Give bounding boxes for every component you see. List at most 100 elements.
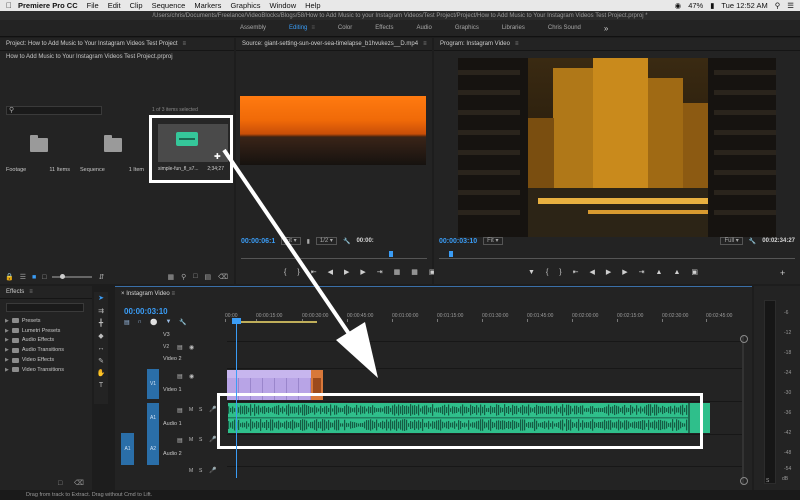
effects-item-audio-effects[interactable]: ▶ Audio Effects <box>5 336 64 346</box>
list-view-icon[interactable]: ☰ <box>20 273 26 281</box>
bin-sequence[interactable]: Sequence 1 Item <box>76 120 146 180</box>
add-marker-icon[interactable]: ▼ <box>528 269 535 276</box>
mark-out-icon[interactable]: } <box>297 269 299 276</box>
source-resolution-select[interactable]: 1/2 ▾ <box>315 237 337 245</box>
selection-tool-icon[interactable]: ➤ <box>94 292 108 305</box>
new-item-icon[interactable]: ▤ <box>204 273 211 281</box>
pen-tool-icon[interactable]: ✎ <box>94 355 108 368</box>
source-playhead[interactable] <box>389 251 393 257</box>
sync-lock-icon[interactable]: ▤ <box>177 407 183 414</box>
type-tool-icon[interactable]: T <box>94 380 108 393</box>
workspace-chris-sound[interactable]: Chris Sound <box>548 25 581 31</box>
notification-icon[interactable]: ☰ <box>787 1 794 10</box>
battery-percent[interactable]: 47% <box>688 1 703 10</box>
apple-icon[interactable]:  <box>0 1 18 10</box>
app-menu[interactable]: Premiere Pro CC <box>18 1 78 10</box>
menu-window[interactable]: Window <box>269 1 296 10</box>
step-back-icon[interactable]: ◀ <box>590 268 595 276</box>
source-monitor-header[interactable]: Source: giant-setting-sun-over-sea-timel… <box>236 38 432 51</box>
workspace-menu-icon[interactable]: ≡ <box>311 25 315 31</box>
mark-in-icon[interactable]: { <box>284 269 286 276</box>
timeline-timecode[interactable]: 00:00:03:10 <box>124 307 168 316</box>
source-scrub-bar[interactable] <box>241 251 427 259</box>
menu-edit[interactable]: Edit <box>108 1 121 10</box>
add-button-icon[interactable]: + <box>780 268 785 278</box>
lock-icon[interactable]: 🔒 <box>5 273 14 281</box>
effects-item-presets[interactable]: ▶ Presets <box>5 316 64 326</box>
program-fit-select[interactable]: Fit ▾ <box>483 237 503 245</box>
audio-clip-item[interactable]: simple-fun_fl_s7... 2;34;27 ✚ <box>149 115 233 183</box>
timeline-settings-icon[interactable]: 🔧 <box>179 319 186 326</box>
mute-button-a2[interactable]: M <box>189 437 193 443</box>
export-frame-icon[interactable]: ▣ <box>691 268 698 276</box>
effects-item-audio-transitions[interactable]: ▶ Audio Transitions <box>5 345 64 355</box>
go-to-in-icon[interactable]: ⇤ <box>311 268 317 276</box>
freeform-view-icon[interactable]: □ <box>42 274 46 281</box>
linked-selection-icon[interactable]: ⚪ <box>150 319 157 326</box>
work-area-bar[interactable] <box>235 321 317 323</box>
effects-panel-header[interactable]: Effects ≡ <box>0 286 92 299</box>
go-to-out-icon[interactable]: ⇥ <box>639 268 645 276</box>
timeline-vertical-scrollbar[interactable] <box>740 335 748 485</box>
workspace-graphics[interactable]: Graphics <box>455 25 479 31</box>
panel-menu-icon[interactable]: ≡ <box>515 41 519 47</box>
search-icon[interactable]: ⚲ <box>775 1 781 10</box>
step-forward-icon[interactable]: ▶ <box>360 268 365 276</box>
wrench-icon[interactable]: 🔧 <box>343 238 350 245</box>
slip-tool-icon[interactable]: ↔ <box>94 342 108 355</box>
zoom-slider[interactable] <box>52 274 93 279</box>
effects-item-lumetri-presets[interactable]: ▶ Lumetri Presets <box>5 326 64 336</box>
marker-icon[interactable]: ▮ <box>307 238 310 245</box>
source-video-frame[interactable] <box>240 96 426 165</box>
track-select-tool-icon[interactable]: ⇉ <box>94 305 108 318</box>
workspace-color[interactable]: Color <box>338 25 352 31</box>
sync-lock-icon[interactable]: ▤ <box>177 344 183 351</box>
program-resolution-select[interactable]: Full ▾ <box>720 237 743 245</box>
panel-menu-icon[interactable]: ≡ <box>29 289 33 295</box>
track-label-v2[interactable]: V2 <box>163 344 169 350</box>
extract-icon[interactable]: ▲ <box>673 269 680 276</box>
hand-tool-icon[interactable]: ✋ <box>94 367 108 380</box>
mark-in-icon[interactable]: { <box>546 269 548 276</box>
new-bin-icon[interactable]: □ <box>58 480 62 487</box>
project-search-input[interactable]: ⚲ <box>6 106 102 115</box>
mute-button-a1[interactable]: M <box>189 407 193 413</box>
mute-button-a3[interactable]: M <box>189 468 193 474</box>
eye-icon[interactable]: ◉ <box>189 373 194 380</box>
menu-help[interactable]: Help <box>305 1 320 10</box>
insert-icon[interactable]: ▦ <box>394 268 401 276</box>
panel-menu-icon[interactable]: ≡ <box>423 41 427 47</box>
timeline-playhead[interactable] <box>236 322 237 478</box>
icon-view-icon[interactable]: ■ <box>32 274 36 281</box>
timeline-ruler[interactable]: 00:00 00:00:15:00 00:00:30:00 00:00:45:0… <box>225 312 745 324</box>
project-panel-header[interactable]: Project: How to Add Music to Your Instag… <box>0 38 234 51</box>
source-timecode[interactable]: 00:00:06:1 <box>241 238 275 245</box>
menu-clip[interactable]: Clip <box>130 1 143 10</box>
automate-icon[interactable]: ▦ <box>167 273 174 281</box>
program-video-frame[interactable] <box>458 58 776 237</box>
step-forward-icon[interactable]: ▶ <box>622 268 627 276</box>
wrench-icon[interactable]: 🔧 <box>749 238 756 245</box>
lift-icon[interactable]: ▲ <box>656 269 663 276</box>
solo-button-a1[interactable]: S <box>199 407 202 413</box>
nest-icon[interactable]: ▤ <box>124 319 130 326</box>
panel-menu-icon[interactable]: ≡ <box>171 291 175 297</box>
wifi-icon[interactable]: ◉ <box>675 1 682 10</box>
bin-footage[interactable]: Footage 11 Items <box>2 120 72 180</box>
microphone-icon[interactable]: 🎤 <box>209 436 216 443</box>
program-scrub-bar[interactable] <box>439 251 795 259</box>
play-icon[interactable]: ▶ <box>344 268 349 276</box>
sort-icon[interactable]: ⇵ <box>98 273 104 281</box>
workspace-libraries[interactable]: Libraries <box>502 25 525 31</box>
sync-lock-icon[interactable]: ▤ <box>177 373 183 380</box>
menu-file[interactable]: File <box>87 1 99 10</box>
meter-solo-button[interactable]: S <box>766 478 769 484</box>
go-to-in-icon[interactable]: ⇤ <box>573 268 579 276</box>
find-icon[interactable]: ⚲ <box>181 273 186 281</box>
effects-search-input[interactable] <box>6 303 84 312</box>
workspace-effects[interactable]: Effects <box>375 25 393 31</box>
sync-lock-icon[interactable]: ▤ <box>177 437 183 444</box>
mark-out-icon[interactable]: } <box>559 269 561 276</box>
battery-icon[interactable]: ▮ <box>710 1 714 10</box>
trash-icon[interactable]: ⌫ <box>74 479 84 487</box>
